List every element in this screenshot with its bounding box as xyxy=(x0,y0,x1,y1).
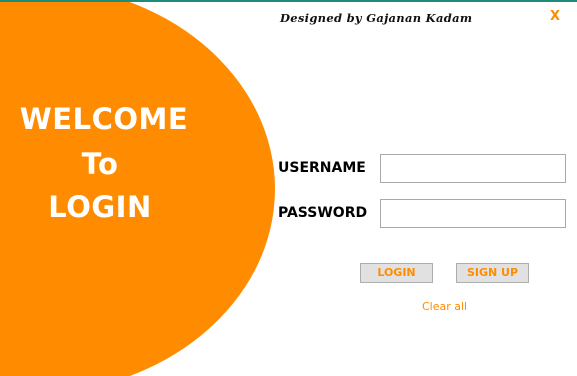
close-button[interactable]: X xyxy=(550,9,560,24)
welcome-line-3: LOGIN xyxy=(48,190,152,224)
designer-credit: Designed by Gajanan Kadam xyxy=(280,11,473,25)
clear-all-link[interactable]: Clear all xyxy=(422,300,467,313)
username-label: USERNAME xyxy=(278,160,366,176)
welcome-line-2: To xyxy=(81,147,119,181)
username-input[interactable] xyxy=(380,154,566,183)
login-button[interactable]: LOGIN xyxy=(360,263,433,283)
welcome-line-1: WELCOME xyxy=(19,102,189,136)
signup-button[interactable]: SIGN UP xyxy=(456,263,529,283)
login-window: WELCOME To LOGIN Designed by Gajanan Kad… xyxy=(0,0,577,376)
password-input[interactable] xyxy=(380,199,566,228)
password-label: PASSWORD xyxy=(278,205,368,221)
